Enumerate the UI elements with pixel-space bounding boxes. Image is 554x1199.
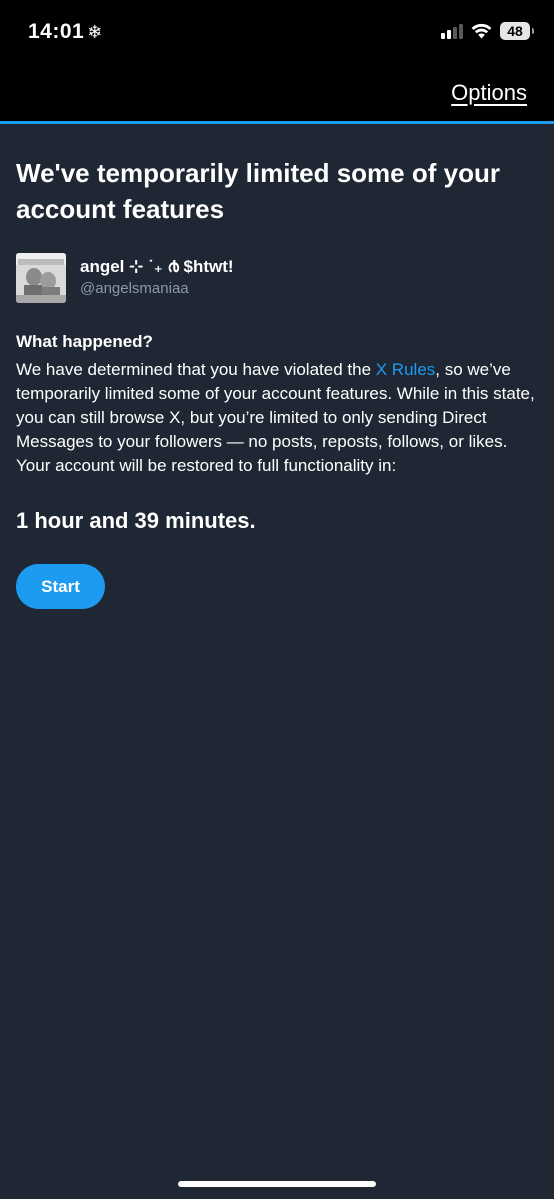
page-title: We've temporarily limited some of your a… xyxy=(16,158,500,224)
home-indicator[interactable] xyxy=(178,1181,376,1187)
header-divider xyxy=(0,121,554,124)
explanation-text-start: We have determined that you have violate… xyxy=(16,360,376,379)
status-time: 14:01 ❄ xyxy=(28,20,103,44)
cellular-signal-icon xyxy=(441,23,463,39)
display-name: angel ⊹ ˙₊ ൪ $htwt! xyxy=(80,257,234,276)
start-button[interactable]: Start xyxy=(16,564,105,609)
status-time-text: 14:01 xyxy=(28,20,85,43)
x-rules-link[interactable]: X Rules xyxy=(376,360,436,379)
restriction-countdown: 1 hour and 39 minutes. xyxy=(16,508,256,533)
battery-icon: 48 xyxy=(500,22,534,40)
explanation-text: We have determined that you have violate… xyxy=(16,358,538,478)
username-handle: @angelsmaniaa xyxy=(80,280,189,297)
top-bar: 14:01 ❄ 48 Options xyxy=(0,0,554,121)
avatar xyxy=(16,253,66,303)
options-link[interactable]: Options xyxy=(451,80,527,106)
account-card: angel ⊹ ˙₊ ൪ $htwt! @angelsmaniaa xyxy=(16,253,538,303)
status-icons: 48 xyxy=(441,22,534,40)
snowflake-icon: ❄ xyxy=(87,22,103,42)
main-content: We've temporarily limited some of your a… xyxy=(16,155,538,609)
restriction-screen: 14:01 ❄ 48 Options We've temporarily limi… xyxy=(0,0,554,1199)
wifi-icon xyxy=(471,23,492,39)
section-title: What happened? xyxy=(16,332,153,351)
account-info: angel ⊹ ˙₊ ൪ $htwt! @angelsmaniaa xyxy=(80,256,234,300)
